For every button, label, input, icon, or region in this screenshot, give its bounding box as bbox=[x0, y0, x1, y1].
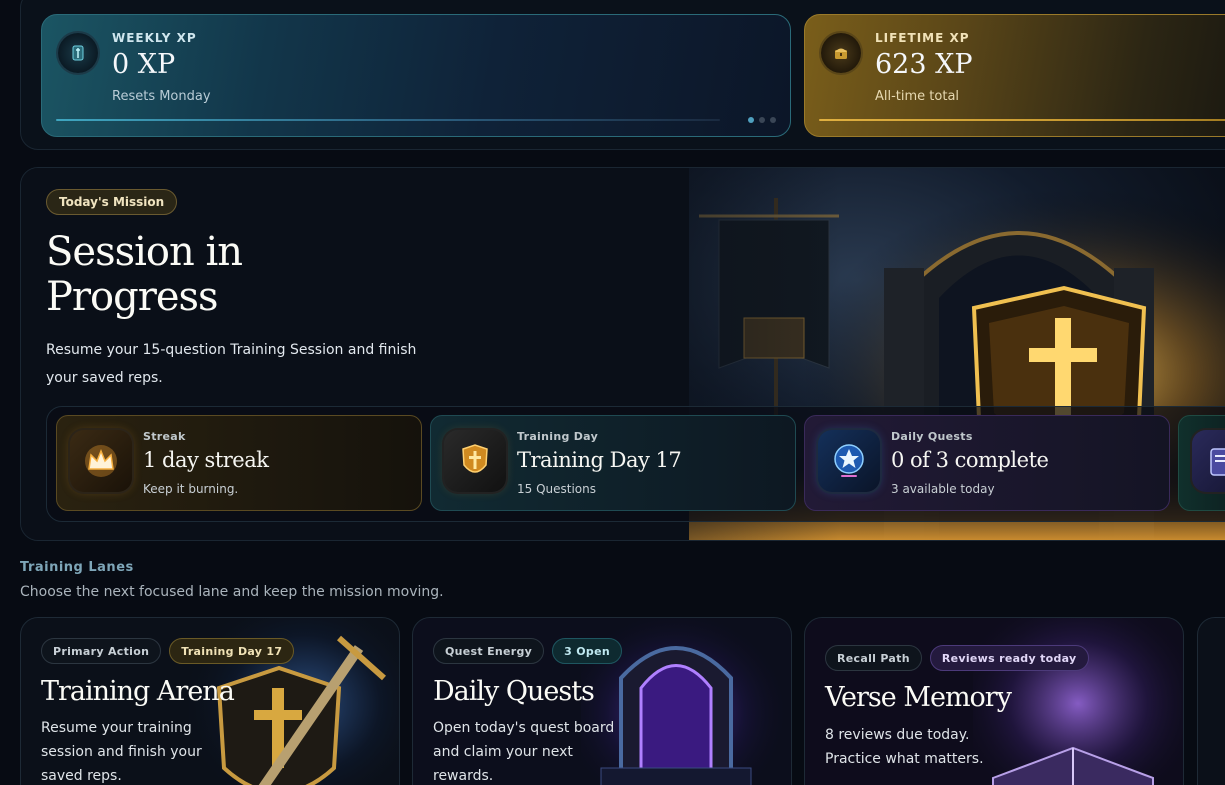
training-arena-card[interactable]: Primary Action Training Day 17 Training … bbox=[20, 617, 400, 785]
treasure-icon bbox=[821, 33, 861, 73]
shield-icon bbox=[444, 430, 506, 492]
mission-tag: Today's Mission bbox=[46, 189, 178, 215]
lifetime-xp-label: LIFETIME XP bbox=[875, 31, 970, 45]
streak-sub: Keep it burning. bbox=[143, 482, 239, 496]
streak-value: 1 day streak bbox=[143, 448, 269, 472]
daily-quests-tag-energy: Quest Energy bbox=[433, 638, 545, 664]
training-lanes-subtitle: Choose the next focused lane and keep th… bbox=[20, 584, 444, 600]
rune-icon bbox=[58, 33, 98, 73]
daily-quests-sub: 3 available today bbox=[891, 482, 995, 496]
training-day-label: Training Day bbox=[517, 430, 599, 443]
daily-quests-lane-card[interactable]: Quest Energy 3 Open Daily Quests Open to… bbox=[412, 617, 792, 785]
book-icon bbox=[1192, 430, 1225, 492]
carousel-dot[interactable] bbox=[759, 117, 765, 123]
weekly-xp-label: WEEKLY XP bbox=[112, 31, 197, 45]
training-arena-tag-day: Training Day 17 bbox=[169, 638, 295, 664]
verse-memory-tag-reviews: Reviews ready today bbox=[929, 645, 1089, 671]
verse-memory-title: Verse Memory bbox=[825, 682, 1012, 713]
next-lane-card[interactable] bbox=[1197, 617, 1225, 785]
star-icon bbox=[818, 430, 880, 492]
training-arena-tags: Primary Action Training Day 17 bbox=[41, 638, 295, 664]
daily-quests-card[interactable]: Daily Quests 0 of 3 complete 3 available… bbox=[804, 415, 1170, 511]
verse-memory-tags: Recall Path Reviews ready today bbox=[825, 645, 1089, 671]
verse-memory-tag-path: Recall Path bbox=[825, 645, 922, 671]
verse-stat-card[interactable] bbox=[1178, 415, 1225, 511]
daily-quests-tag-open: 3 Open bbox=[552, 638, 622, 664]
weekly-xp-value: 0 XP bbox=[112, 49, 176, 80]
verse-memory-card[interactable]: Recall Path Reviews ready today Verse Me… bbox=[804, 617, 1184, 785]
lifetime-xp-value: 623 XP bbox=[875, 49, 973, 80]
carousel-dots bbox=[748, 117, 776, 123]
training-arena-desc: Resume your training session and finish … bbox=[41, 720, 202, 784]
training-arena-tag-primary: Primary Action bbox=[41, 638, 162, 664]
daily-quests-value: 0 of 3 complete bbox=[891, 448, 1049, 472]
lifetime-xp-bar bbox=[819, 119, 1225, 121]
verse-memory-desc: 8 reviews due today. Practice what matte… bbox=[825, 727, 984, 767]
weekly-xp-bar bbox=[56, 119, 720, 121]
streak-card[interactable]: Streak 1 day streak Keep it burning. bbox=[56, 415, 422, 511]
training-day-sub: 15 Questions bbox=[517, 482, 597, 496]
training-arena-title: Training Arena bbox=[41, 676, 235, 707]
daily-quests-label: Daily Quests bbox=[891, 430, 973, 443]
daily-quests-lane-tags: Quest Energy 3 Open bbox=[433, 638, 622, 664]
streak-label: Streak bbox=[143, 430, 186, 443]
dashboard: WEEKLY XP 0 XP Resets Monday LIFETIME XP… bbox=[0, 0, 1225, 785]
carousel-dot[interactable] bbox=[770, 117, 776, 123]
mission-hero: Today's Mission Session in Progress Resu… bbox=[20, 167, 1225, 541]
lifetime-xp-card[interactable]: LIFETIME XP 623 XP All-time total bbox=[804, 14, 1225, 137]
training-day-value: Training Day 17 bbox=[517, 448, 682, 472]
carousel-dot[interactable] bbox=[748, 117, 754, 123]
lifetime-xp-sub: All-time total bbox=[875, 89, 960, 104]
training-day-card[interactable]: Training Day Training Day 17 15 Question… bbox=[430, 415, 796, 511]
hero-title: Session in Progress bbox=[46, 229, 243, 320]
daily-quests-lane-title: Daily Quests bbox=[433, 676, 595, 707]
mission-stats-row: Streak 1 day streak Keep it burning. Tra… bbox=[46, 406, 1225, 522]
weekly-xp-card[interactable]: WEEKLY XP 0 XP Resets Monday bbox=[41, 14, 791, 137]
weekly-xp-sub: Resets Monday bbox=[112, 89, 211, 104]
hero-description: Resume your 15-question Training Session… bbox=[46, 342, 417, 386]
daily-quests-lane-desc: Open today's quest board and claim your … bbox=[433, 720, 615, 784]
crown-flame-icon bbox=[70, 430, 132, 492]
training-lanes-title: Training Lanes bbox=[20, 560, 134, 575]
